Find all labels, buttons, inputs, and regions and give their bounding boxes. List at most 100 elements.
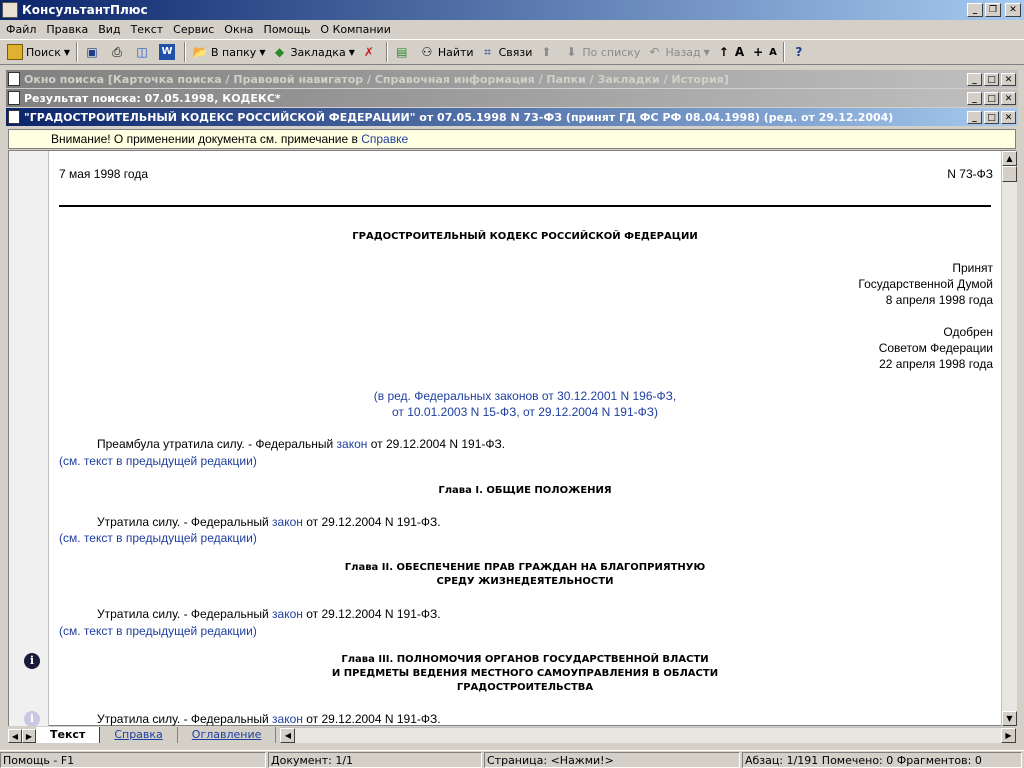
minimize-button[interactable]: _ bbox=[967, 3, 983, 17]
doc-date: 7 мая 1998 года bbox=[59, 167, 148, 181]
doc-title: ГРАДОСТРОИТЕЛЬНЫЙ КОДЕКС РОССИЙСКОЙ ФЕДЕ… bbox=[352, 231, 698, 242]
arrow-down-circle-icon: ⬇ bbox=[566, 45, 577, 59]
tab-reference[interactable]: Справка bbox=[100, 727, 178, 743]
search-result-window-title[interactable]: Результат поиска: 07.05.1998, КОДЕКС* _ … bbox=[6, 89, 1018, 107]
context-help-button[interactable]: ? bbox=[788, 41, 813, 63]
law-link[interactable]: закон bbox=[272, 515, 303, 529]
prev-button[interactable]: ⬆ bbox=[535, 41, 560, 63]
highlight-button[interactable]: ▤ bbox=[391, 41, 416, 63]
status-page[interactable]: Страница: <Нажми!> bbox=[484, 751, 740, 768]
scroll-up-button[interactable]: ▲ bbox=[1002, 151, 1017, 166]
document-icon bbox=[8, 110, 20, 124]
word-icon: W bbox=[159, 44, 175, 60]
back-arrow-icon: ↶ bbox=[649, 45, 660, 59]
doc-number: N 73-ФЗ bbox=[947, 167, 993, 181]
preview-button[interactable]: ◫ bbox=[131, 41, 156, 63]
scroll-thumb[interactable] bbox=[1002, 166, 1017, 182]
close-button[interactable]: ✕ bbox=[1005, 3, 1021, 17]
notice-help-link[interactable]: Справке bbox=[361, 132, 408, 146]
prev-edition-link[interactable]: (см. текст в предыдущей редакции) bbox=[59, 531, 257, 545]
close-button[interactable]: ✕ bbox=[1001, 110, 1016, 124]
chapter-heading: Глава I. ОБЩИЕ ПОЛОЖЕНИЯ bbox=[438, 485, 612, 496]
repealed-paragraph: Утратила силу. - Федеральный закон от 29… bbox=[97, 607, 441, 621]
menu-text[interactable]: Текст bbox=[127, 23, 170, 36]
search-button[interactable]: Поиск ▼ bbox=[4, 41, 73, 63]
menu-view[interactable]: Вид bbox=[94, 23, 126, 36]
print-icon: ⎙ bbox=[112, 45, 122, 59]
horizontal-scrollbar[interactable]: ◀ ▶ bbox=[280, 727, 1016, 743]
word-export-button[interactable]: W bbox=[156, 41, 181, 63]
toolbar-separator bbox=[76, 42, 78, 62]
adopted-line: 8 апреля 1998 года bbox=[885, 293, 993, 307]
info-icon[interactable]: i bbox=[24, 711, 40, 727]
preamble-paragraph: Преамбула утратила силу. - Федеральный з… bbox=[97, 437, 506, 451]
find-button[interactable]: ⚇ Найти bbox=[416, 41, 477, 63]
info-icon[interactable]: i bbox=[24, 653, 40, 669]
tab-scroll-right-button[interactable]: ▶ bbox=[22, 729, 36, 743]
maximize-button[interactable]: □ bbox=[984, 91, 999, 105]
edition-link[interactable]: от 10.01.2003 N 15-ФЗ, от 29.12.2004 N 1… bbox=[49, 405, 1001, 419]
prev-edition-link[interactable]: (см. текст в предыдущей редакции) bbox=[59, 624, 257, 638]
save-button[interactable]: ▣ bbox=[81, 41, 106, 63]
search-window-title[interactable]: Окно поиска [Карточка поиска / Правовой … bbox=[6, 70, 1018, 88]
tab-scroll-left-button[interactable]: ◀ bbox=[8, 729, 22, 743]
menu-windows[interactable]: Окна bbox=[220, 23, 259, 36]
restore-button[interactable]: ❐ bbox=[985, 3, 1001, 17]
scroll-right-button[interactable]: ▶ bbox=[1001, 728, 1016, 743]
remove-bookmark-icon: ✗ bbox=[363, 45, 374, 59]
status-paragraph: Абзац: 1/191 Помечено: 0 Фрагментов: 0 bbox=[742, 751, 1022, 768]
document-window-title[interactable]: "ГРАДОСТРОИТЕЛЬНЫЙ КОДЕКС РОССИЙСКОЙ ФЕД… bbox=[6, 108, 1018, 126]
menu-file[interactable]: Файл bbox=[2, 23, 42, 36]
menu-edit[interactable]: Правка bbox=[42, 23, 94, 36]
notice-bar: Внимание! О применении документа см. при… bbox=[8, 129, 1016, 149]
notice-text: Внимание! О применении документа см. при… bbox=[51, 132, 362, 146]
law-link[interactable]: закон bbox=[272, 712, 303, 726]
back-button[interactable]: ↶ Назад ▼ bbox=[643, 41, 712, 63]
scroll-down-button[interactable]: ▼ bbox=[1002, 711, 1017, 726]
dropdown-arrow-icon: ▼ bbox=[259, 47, 266, 57]
approved-line: Одобрен bbox=[943, 325, 993, 339]
window-icon bbox=[8, 72, 20, 86]
menu-help[interactable]: Помощь bbox=[260, 23, 317, 36]
vertical-scrollbar[interactable]: ▲ ▼ bbox=[1001, 151, 1017, 727]
minimize-button[interactable]: _ bbox=[967, 91, 982, 105]
save-icon: ▣ bbox=[86, 45, 98, 59]
maximize-button[interactable]: □ bbox=[984, 72, 999, 86]
divider bbox=[59, 205, 991, 207]
chapter-heading: И ПРЕДМЕТЫ ВЕДЕНИЯ МЕСТНОГО САМОУПРАВЛЕН… bbox=[331, 668, 719, 679]
highlight-icon: ▤ bbox=[396, 45, 408, 59]
folder-icon: 📂 bbox=[192, 45, 208, 59]
to-folder-button[interactable]: 📂 В папку ▼ bbox=[189, 41, 268, 63]
menu-bar: Файл Правка Вид Текст Сервис Окна Помощь… bbox=[0, 20, 1024, 38]
adopted-line: Принят bbox=[952, 261, 993, 275]
minimize-button[interactable]: _ bbox=[967, 72, 982, 86]
font-increase-button[interactable]: ↑ A bbox=[713, 41, 747, 63]
print-button[interactable]: ⎙ bbox=[106, 41, 131, 63]
by-list-button[interactable]: ⬇ По списку bbox=[560, 41, 643, 63]
tab-text[interactable]: Текст bbox=[36, 727, 101, 743]
window-title: КонсультантПлюс bbox=[22, 3, 148, 17]
font-decrease-button[interactable]: + A bbox=[747, 41, 780, 63]
help-question-icon: ? bbox=[795, 45, 803, 59]
window-icon bbox=[8, 91, 20, 105]
close-button[interactable]: ✕ bbox=[1001, 91, 1016, 105]
bookmark-button[interactable]: ◆ Закладка ▼ bbox=[268, 41, 357, 63]
links-button[interactable]: ⌗ Связи bbox=[477, 41, 536, 63]
minimize-button[interactable]: _ bbox=[967, 110, 982, 124]
document-text: 7 мая 1998 года N 73-ФЗ ГРАДОСТРОИТЕЛЬНЫ… bbox=[49, 151, 1001, 727]
document-gutter: i i bbox=[9, 151, 49, 727]
close-button[interactable]: ✕ bbox=[1001, 72, 1016, 86]
menu-service[interactable]: Сервис bbox=[169, 23, 220, 36]
maximize-button[interactable]: □ bbox=[984, 110, 999, 124]
toolbar-separator bbox=[184, 42, 186, 62]
search-book-icon bbox=[7, 44, 23, 60]
arrow-up-circle-icon: ⬆ bbox=[541, 45, 552, 59]
prev-edition-link[interactable]: (см. текст в предыдущей редакции) bbox=[59, 454, 257, 468]
remove-bookmark-button[interactable]: ✗ bbox=[358, 41, 383, 63]
tab-contents[interactable]: Оглавление bbox=[178, 727, 277, 743]
menu-about[interactable]: О Компании bbox=[316, 23, 396, 36]
law-link[interactable]: закон bbox=[272, 607, 303, 621]
scroll-left-button[interactable]: ◀ bbox=[280, 728, 296, 743]
edition-link[interactable]: (в ред. Федеральных законов от 30.12.200… bbox=[49, 389, 1001, 403]
law-link[interactable]: закон bbox=[337, 437, 368, 451]
